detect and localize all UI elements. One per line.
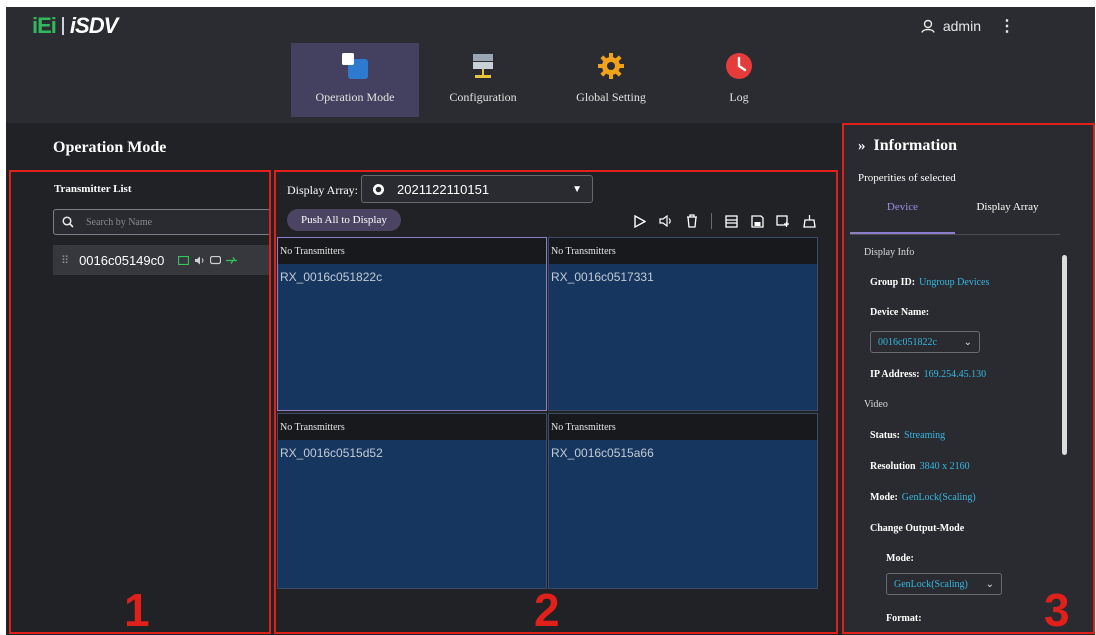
- nav-label: Operation Mode: [315, 90, 395, 104]
- user-icon: [921, 19, 935, 33]
- top-bar: iEi iSDV admin ⋮ Operation Mode Configur…: [6, 7, 1095, 123]
- brand-logo: iEi iSDV: [32, 13, 118, 38]
- brand-name: iSDV: [69, 13, 118, 38]
- annotation-number-3: 3: [1044, 584, 1070, 635]
- annotation-number-1: 1: [124, 584, 150, 635]
- configuration-icon: [467, 50, 499, 82]
- more-menu-icon[interactable]: ⋮: [999, 16, 1015, 36]
- annotation-number-2: 2: [534, 584, 560, 635]
- nav-label: Configuration: [449, 90, 517, 104]
- user-menu[interactable]: admin ⋮: [921, 16, 1015, 36]
- nav-configuration[interactable]: Configuration: [419, 43, 547, 117]
- annotation-box-2: [274, 170, 838, 634]
- page-title: Operation Mode: [53, 139, 167, 156]
- nav-label: Log: [729, 90, 749, 104]
- annotation-box-1: [9, 170, 271, 634]
- app-window: iEi iSDV admin ⋮ Operation Mode Configur…: [6, 7, 1095, 635]
- brand-ie: iEi: [32, 13, 57, 38]
- gear-icon: [595, 50, 627, 82]
- main-nav: Operation Mode Configuration Global Sett…: [291, 43, 803, 117]
- user-name[interactable]: admin: [943, 18, 981, 34]
- annotation-box-3: [842, 123, 1095, 634]
- clock-icon: [723, 50, 755, 82]
- brand-divider: [61, 17, 64, 35]
- nav-log[interactable]: Log: [675, 43, 803, 117]
- nav-operation-mode[interactable]: Operation Mode: [291, 43, 419, 117]
- operation-mode-icon: [339, 50, 371, 82]
- nav-label: Global Setting: [576, 90, 646, 104]
- nav-global-setting[interactable]: Global Setting: [547, 43, 675, 117]
